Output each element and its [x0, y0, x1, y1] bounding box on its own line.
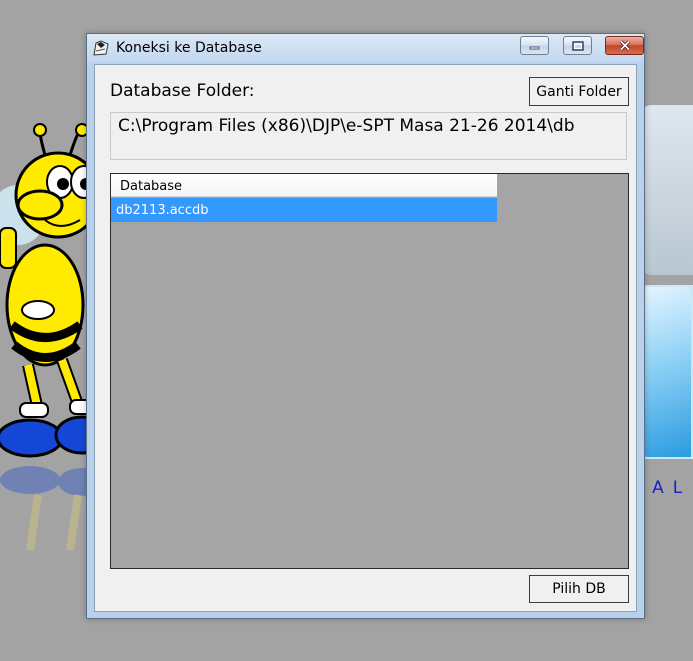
bee-mascot-image	[0, 123, 95, 551]
connection-dialog: Koneksi ke Database Database Folder: Gan…	[86, 33, 645, 619]
select-db-button[interactable]: Pilih DB	[529, 575, 629, 603]
column-header-database[interactable]: Database	[111, 174, 497, 197]
change-folder-button[interactable]: Ganti Folder	[529, 77, 629, 106]
close-icon	[619, 40, 630, 51]
maximize-button[interactable]	[563, 36, 592, 55]
minimize-icon	[529, 46, 540, 50]
title-bar[interactable]: Koneksi ke Database	[87, 34, 644, 62]
folder-path-field[interactable]: C:\Program Files (x86)\DJP\e-SPT Masa 21…	[110, 112, 627, 160]
minimize-button[interactable]	[520, 36, 549, 55]
database-folder-label: Database Folder:	[110, 81, 255, 101]
maximize-icon	[571, 40, 584, 51]
app-icon	[93, 40, 109, 56]
dialog-content: Database Folder: Ganti Folder C:\Program…	[94, 64, 637, 612]
list-item[interactable]: db2113.accdb	[111, 198, 497, 222]
close-button[interactable]	[605, 36, 644, 55]
background-tile	[638, 105, 693, 275]
database-list[interactable]: Database db2113.accdb	[110, 173, 629, 569]
window-title: Koneksi ke Database	[116, 40, 262, 56]
